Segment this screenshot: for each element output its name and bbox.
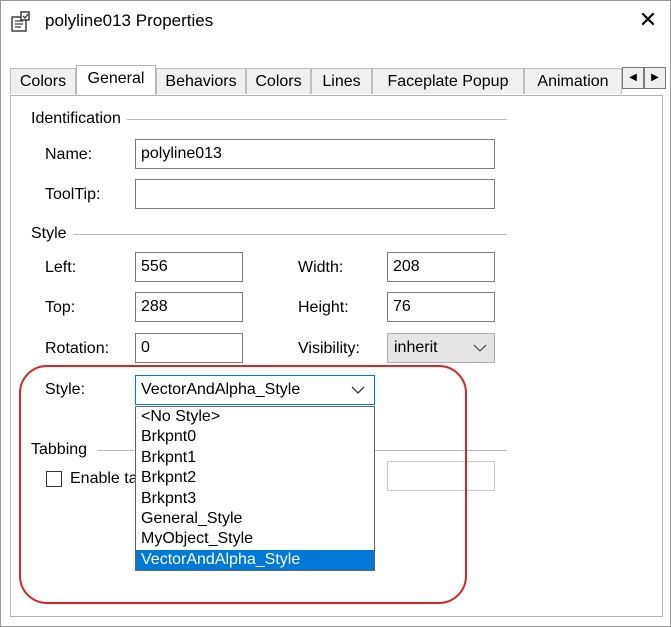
top-input[interactable]: 288 <box>135 292 243 322</box>
style-option-brkpnt0[interactable]: Brkpnt0 <box>136 427 374 447</box>
style-heading: Style <box>31 225 73 243</box>
tab-lines[interactable]: Lines <box>311 68 372 94</box>
style-dropdown-list: <No Style> Brkpnt0 Brkpnt1 Brkpnt2 Brkpn… <box>135 406 375 572</box>
style-option-myobject-style[interactable]: MyObject_Style <box>136 529 374 549</box>
identification-heading: Identification <box>31 110 127 128</box>
tabbing-heading: Tabbing <box>31 441 94 459</box>
tooltip-input[interactable] <box>135 179 495 209</box>
width-label: Width: <box>298 259 344 276</box>
style-label: Style: <box>45 381 86 398</box>
tab-faceplate-popup[interactable]: Faceplate Popup <box>372 68 524 94</box>
tab-strip: Colors General Behaviors Colors Lines Fa… <box>10 65 666 95</box>
style-select[interactable]: VectorAndAlpha_Style <box>135 375 375 405</box>
rotation-input[interactable]: 0 <box>135 333 243 363</box>
left-input[interactable]: 556 <box>135 252 243 282</box>
dialog-title: polyline013 Properties <box>45 11 214 30</box>
name-label: Name: <box>45 146 93 163</box>
visibility-label: Visibility: <box>298 340 360 357</box>
tab-scroll-right-button[interactable]: ▶ <box>644 67 666 89</box>
tab-colors-2[interactable]: Colors <box>246 68 311 94</box>
tab-scroll-buttons: ◀ ▶ <box>622 67 666 89</box>
enable-tabbing-label: Enable ta <box>70 470 138 487</box>
rotation-label: Rotation: <box>45 340 110 357</box>
style-option-brkpnt1[interactable]: Brkpnt1 <box>136 448 374 468</box>
top-label: Top: <box>45 299 76 316</box>
chevron-down-icon <box>351 386 365 394</box>
width-input[interactable]: 208 <box>387 252 495 282</box>
tab-colors[interactable]: Colors <box>10 68 76 94</box>
close-button[interactable]: ✕ <box>635 6 661 34</box>
style-select-value: VectorAndAlpha_Style <box>141 381 301 398</box>
style-option-vectorandalpha-style[interactable]: VectorAndAlpha_Style <box>136 549 374 571</box>
enable-tabbing-checkbox[interactable] <box>46 471 62 487</box>
tab-animation[interactable]: Animation <box>524 68 622 94</box>
style-option-brkpnt2[interactable]: Brkpnt2 <box>136 468 374 488</box>
chevron-down-icon <box>473 344 487 352</box>
style-option-no-style[interactable]: <No Style> <box>136 407 374 427</box>
style-option-general-style[interactable]: General_Style <box>136 509 374 529</box>
style-option-brkpnt3[interactable]: Brkpnt3 <box>136 489 374 509</box>
tab-behaviors[interactable]: Behaviors <box>156 68 246 94</box>
height-input[interactable]: 76 <box>387 292 495 322</box>
tab-scroll-left-button[interactable]: ◀ <box>622 67 644 89</box>
visibility-value: inherit <box>394 339 438 356</box>
height-label: Height: <box>298 299 349 316</box>
tab-general[interactable]: General <box>76 65 156 95</box>
name-input[interactable]: polyline013 <box>135 139 495 169</box>
style-divider <box>73 234 507 235</box>
properties-icon <box>11 11 30 32</box>
visibility-select[interactable]: inherit <box>387 333 495 363</box>
tooltip-label: ToolTip: <box>45 186 101 203</box>
tab-index-input[interactable] <box>387 461 495 491</box>
identification-divider <box>121 119 507 120</box>
properties-dialog: polyline013 Properties ✕ Colors General … <box>0 0 671 627</box>
title-bar: polyline013 Properties ✕ <box>1 1 670 45</box>
left-label: Left: <box>45 259 77 276</box>
